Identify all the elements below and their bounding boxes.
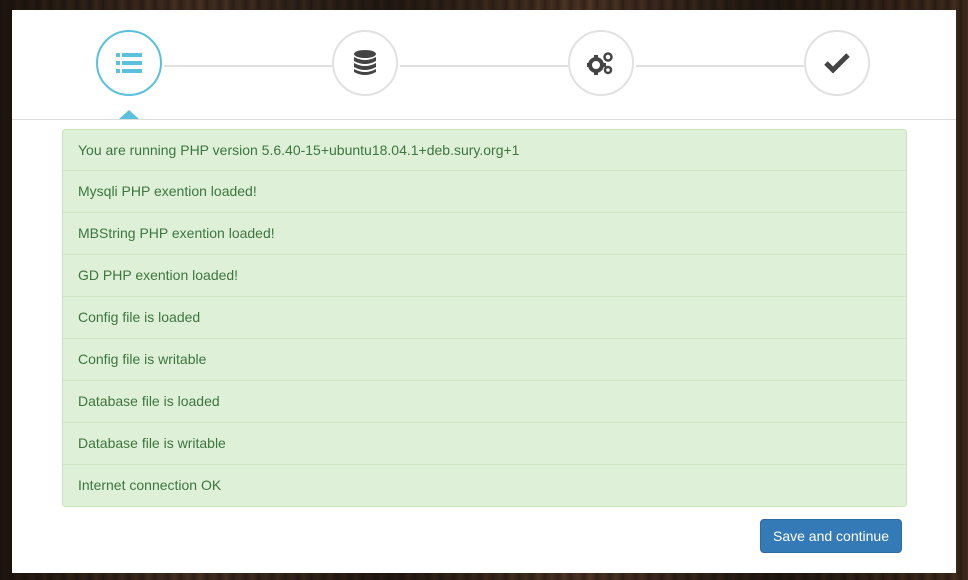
- active-step-caret: [119, 110, 139, 119]
- installer-panel: You are running PHP version 5.6.40-15+ub…: [12, 10, 956, 573]
- list-icon: [116, 53, 142, 73]
- list-item: Config file is writable: [63, 338, 906, 380]
- list-item: GD PHP exention loaded!: [63, 254, 906, 296]
- gears-icon: [587, 52, 613, 75]
- step-database[interactable]: [332, 30, 398, 96]
- step-requirements[interactable]: [96, 30, 162, 96]
- save-and-continue-button[interactable]: Save and continue: [760, 519, 902, 553]
- step-settings[interactable]: [568, 30, 634, 96]
- step-finish[interactable]: [804, 30, 870, 96]
- step-connector: [400, 65, 568, 67]
- list-item: Internet connection OK: [63, 464, 906, 506]
- step-connector: [164, 65, 332, 67]
- step-connector: [636, 65, 804, 67]
- database-icon: [354, 50, 376, 75]
- list-item: You are running PHP version 5.6.40-15+ub…: [78, 142, 520, 158]
- wizard-steps: [12, 10, 956, 120]
- list-item: MBString PHP exention loaded!: [63, 212, 906, 254]
- requirements-list: You are running PHP version 5.6.40-15+ub…: [62, 129, 907, 507]
- list-item: Config file is loaded: [63, 296, 906, 338]
- list-item: Database file is writable: [63, 422, 906, 464]
- list-item: Database file is loaded: [63, 380, 906, 422]
- checkmark-icon: [824, 53, 850, 73]
- list-item: Mysqli PHP exention loaded!: [63, 170, 906, 212]
